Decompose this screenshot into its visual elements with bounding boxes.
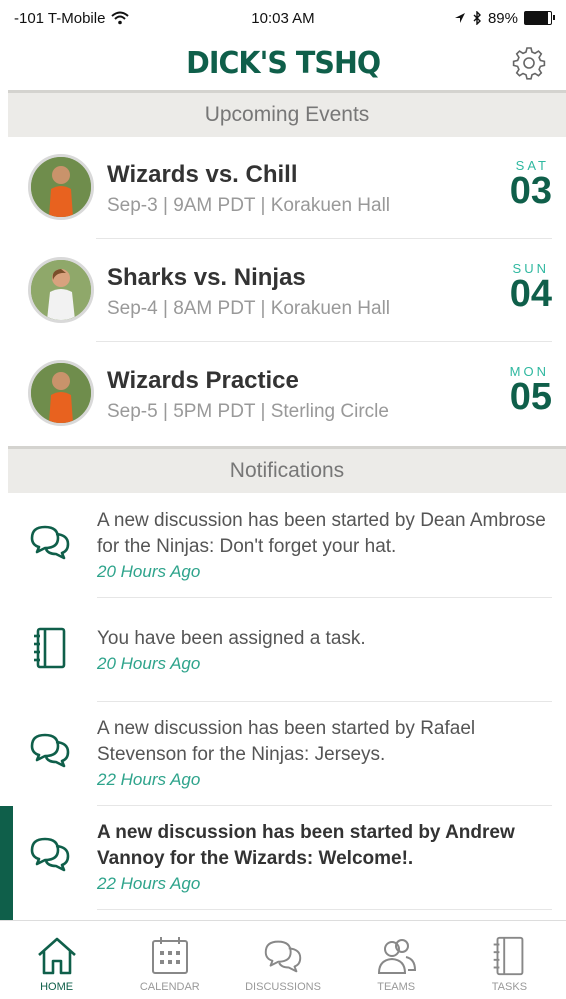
event-date: 04 [509, 273, 552, 315]
divider [96, 341, 552, 342]
notification-text: You have been assigned a task. [97, 628, 366, 649]
notifications-header: Notifications [8, 446, 566, 493]
event-details: Sep-5 | 5PM PDT | Sterling Circle [107, 401, 389, 422]
notification-text: A new discussion has been started by Dea… [97, 510, 546, 557]
tab-home[interactable]: HOME [0, 921, 113, 999]
tab-label: DISCUSSIONS [245, 981, 321, 993]
status-right: 89% [454, 9, 555, 27]
status-left: -101 T-Mobile [14, 9, 130, 27]
event-title: Sharks vs. Ninjas [107, 264, 306, 291]
bluetooth-icon [473, 11, 481, 25]
chat-bubbles-icon [30, 733, 70, 768]
event-details: Sep-4 | 8AM PDT | Korakuen Hall [107, 298, 391, 319]
status-bar: -101 T-Mobile 10:03 AM 89% [0, 0, 566, 36]
avatar [28, 154, 94, 220]
notification-item[interactable]: A new discussion has been started by Dea… [8, 494, 566, 598]
notification-text: A new discussion has been started by Raf… [97, 718, 476, 765]
tab-calendar[interactable]: CALENDAR [113, 921, 226, 999]
notification-text: A new discussion has been started by And… [97, 822, 515, 869]
chat-bubbles-icon [264, 940, 302, 973]
notebook-icon [34, 627, 66, 669]
tab-tasks[interactable]: TASKS [453, 921, 566, 999]
event-title: Wizards vs. Chill [107, 161, 298, 188]
tab-teams[interactable]: TEAMS [340, 921, 453, 999]
calendar-icon [151, 937, 188, 974]
tab-label: TEAMS [377, 981, 416, 993]
notebook-icon [494, 936, 524, 976]
divider [97, 909, 552, 910]
event-date: 03 [509, 170, 552, 212]
event-title: Wizards Practice [107, 367, 299, 394]
event-item[interactable]: Sharks vs. Ninjas Sep-4 | 8AM PDT | Kora… [8, 240, 566, 342]
carrier-label: -101 T-Mobile [14, 9, 106, 27]
tab-discussions[interactable]: DISCUSSIONS [226, 921, 339, 999]
tab-label: CALENDAR [139, 981, 200, 993]
divider [96, 238, 552, 239]
tab-bar: HOME CALENDAR DISCUSSIONS TEAMS TASKS [0, 920, 566, 999]
battery-fill [525, 12, 549, 24]
event-item[interactable]: Wizards Practice Sep-5 | 5PM PDT | Sterl… [8, 343, 566, 445]
people-icon [378, 939, 417, 974]
notification-item[interactable]: You have been assigned a task. 20 Hours … [8, 598, 566, 702]
upcoming-events-header: Upcoming Events [8, 90, 566, 137]
battery-percent: 89% [487, 9, 518, 27]
app-header: DICK'S TSHQ [0, 36, 566, 90]
notification-time: 20 Hours Ago [97, 654, 201, 673]
notification-time: 22 Hours Ago [97, 874, 201, 893]
tab-label: HOME [40, 981, 74, 993]
event-date: 05 [509, 376, 552, 418]
notification-time: 20 Hours Ago [97, 562, 201, 581]
home-icon [37, 937, 76, 975]
event-item[interactable]: Wizards vs. Chill Sep-3 | 9AM PDT | Kora… [8, 137, 566, 239]
notification-item[interactable]: A new discussion has been started by And… [8, 806, 566, 910]
avatar [28, 360, 94, 426]
notification-time: 22 Hours Ago [97, 770, 201, 789]
chat-bubbles-icon [30, 525, 70, 560]
battery-icon [524, 11, 555, 25]
gear-icon[interactable] [510, 44, 548, 82]
chat-bubbles-icon [30, 837, 70, 872]
brand-logo: DICK'S TSHQ [185, 45, 381, 81]
avatar [28, 257, 94, 323]
location-arrow-icon [454, 13, 465, 23]
notification-item[interactable]: A new discussion has been started by Raf… [8, 702, 566, 806]
wifi-icon [111, 11, 130, 25]
event-details: Sep-3 | 9AM PDT | Korakuen Hall [107, 195, 391, 216]
tab-label: TASKS [491, 981, 528, 993]
